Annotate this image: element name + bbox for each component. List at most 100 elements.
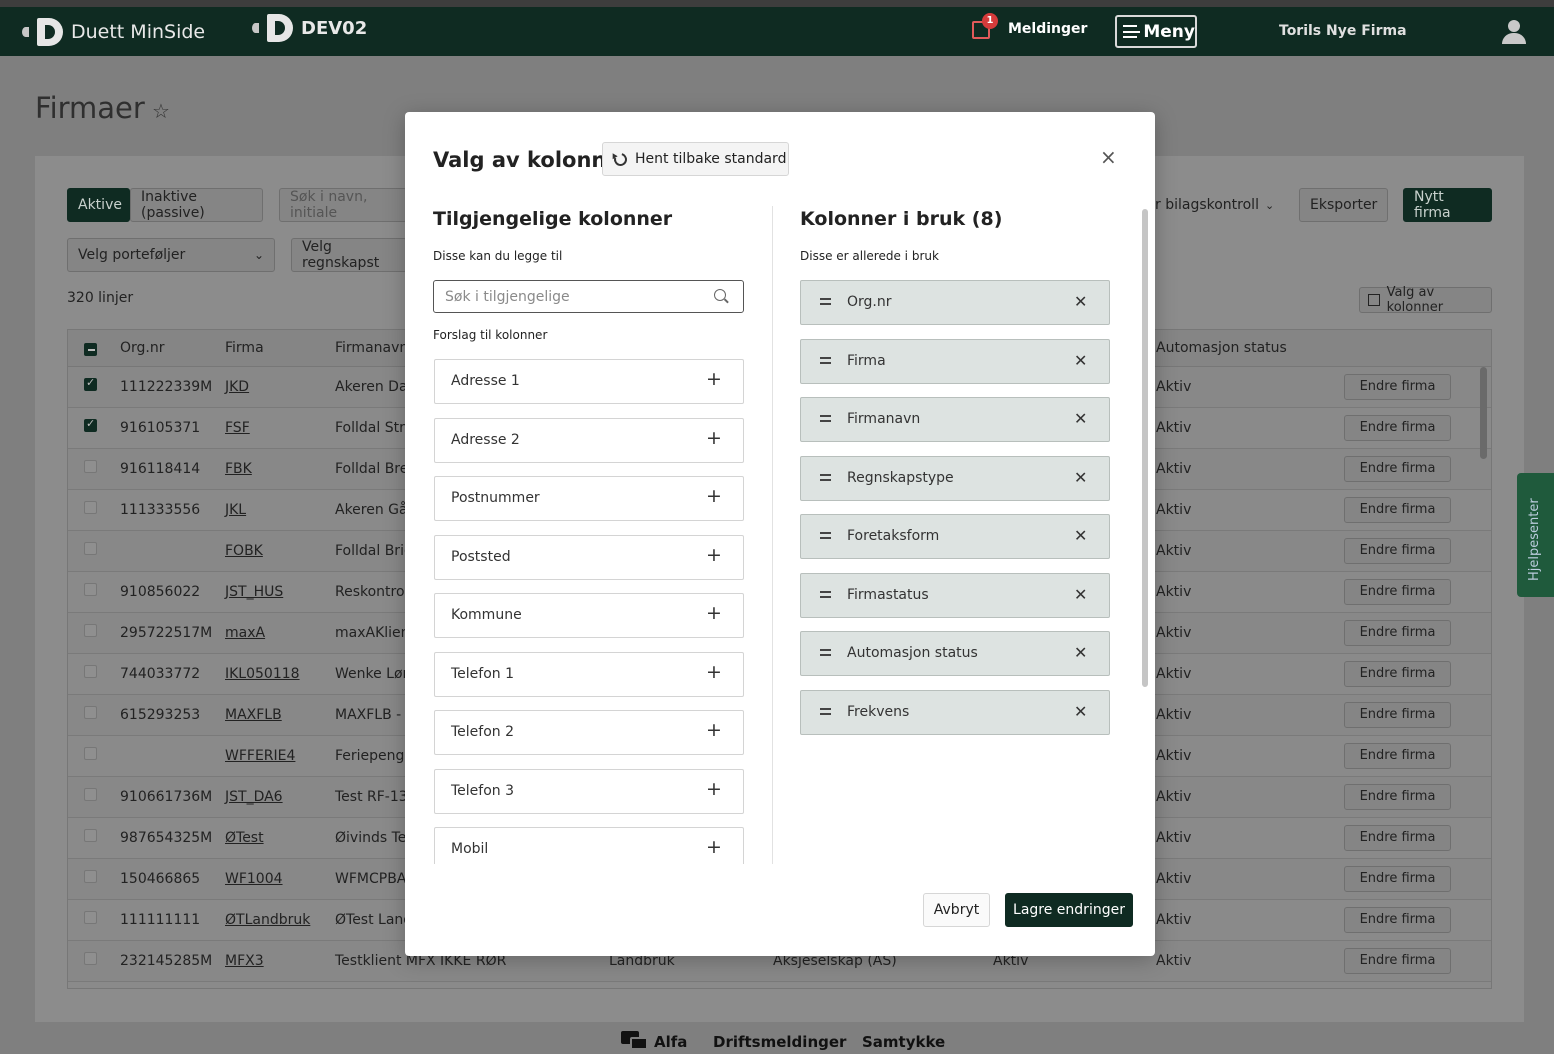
row-checkbox[interactable] xyxy=(84,747,97,760)
available-column-item[interactable]: Kommune + xyxy=(434,593,744,638)
add-column-icon[interactable]: + xyxy=(706,661,722,683)
cell-firma-link[interactable]: FOBK xyxy=(225,543,263,559)
used-column-item[interactable]: Org.nr ✕ xyxy=(800,280,1110,325)
edit-company-button[interactable]: Endre firma xyxy=(1344,579,1451,605)
row-checkbox[interactable] xyxy=(84,583,97,596)
cell-firma-link[interactable]: MFX3 xyxy=(225,953,264,969)
add-column-icon[interactable]: + xyxy=(706,544,722,566)
table-scrollbar[interactable] xyxy=(1480,367,1487,459)
footer-samtykke-link[interactable]: Samtykke xyxy=(862,1033,945,1051)
row-checkbox[interactable] xyxy=(84,911,97,924)
edit-company-button[interactable]: Endre firma xyxy=(1344,825,1451,851)
edit-company-button[interactable]: Endre firma xyxy=(1344,497,1451,523)
used-column-item[interactable]: Foretaksform ✕ xyxy=(800,514,1110,559)
export-button[interactable]: Eksporter xyxy=(1299,188,1388,222)
drag-handle-icon[interactable] xyxy=(820,707,831,715)
bilag-filter-dropdown[interactable]: r bilagskontroll ⌄ xyxy=(1155,188,1285,222)
cell-firma-link[interactable]: IKL050118 xyxy=(225,666,300,682)
row-checkbox[interactable] xyxy=(84,460,97,473)
row-checkbox[interactable] xyxy=(84,417,97,432)
header-firma[interactable]: Firma xyxy=(225,340,264,356)
drag-handle-icon[interactable] xyxy=(820,532,831,539)
messages-link[interactable]: 1 Meldinger xyxy=(970,13,1087,41)
header-firmanavn[interactable]: Firmanavn xyxy=(335,340,408,356)
favorite-star-icon[interactable]: ☆ xyxy=(152,99,170,123)
cell-firma-link[interactable]: MAXFLB xyxy=(225,707,282,723)
drag-handle-icon[interactable] xyxy=(820,649,831,656)
header-orgnr[interactable]: Org.nr xyxy=(120,340,165,356)
row-checkbox[interactable] xyxy=(84,870,97,883)
menu-button[interactable]: Meny xyxy=(1115,15,1197,48)
remove-column-icon[interactable]: ✕ xyxy=(1074,351,1087,370)
edit-company-button[interactable]: Endre firma xyxy=(1344,702,1451,728)
remove-column-icon[interactable]: ✕ xyxy=(1074,409,1087,428)
cell-firma-link[interactable]: WF1004 xyxy=(225,871,283,887)
row-checkbox[interactable] xyxy=(84,952,97,965)
edit-company-button[interactable]: Endre firma xyxy=(1344,907,1451,933)
edit-company-button[interactable]: Endre firma xyxy=(1344,415,1451,441)
cell-firma-link[interactable]: FSF xyxy=(225,420,250,436)
reset-default-button[interactable]: Hent tilbake standard xyxy=(602,142,789,176)
available-column-item[interactable]: Telefon 2 + xyxy=(434,710,744,755)
row-checkbox[interactable] xyxy=(84,624,97,637)
add-column-icon[interactable]: + xyxy=(706,602,722,624)
portfolio-select[interactable]: Velg porteføljer ⌄ xyxy=(67,238,275,272)
cancel-button[interactable]: Avbryt xyxy=(923,893,990,927)
column-chooser-button[interactable]: Valg av kolonner xyxy=(1359,285,1492,315)
company-search-input[interactable]: Søk i navn, initiale xyxy=(279,188,407,222)
edit-company-button[interactable]: Endre firma xyxy=(1344,784,1451,810)
filter-active-button[interactable]: Aktive xyxy=(67,188,130,222)
new-company-button[interactable]: Nytt firma xyxy=(1403,188,1492,222)
used-column-item[interactable]: Frekvens ✕ xyxy=(800,689,1110,735)
footer-alfa-link[interactable]: Alfa xyxy=(654,1033,687,1051)
add-column-icon[interactable]: + xyxy=(706,485,722,507)
footer-drift-link[interactable]: Driftsmeldinger xyxy=(713,1033,846,1051)
cell-firma-link[interactable]: JST_HUS xyxy=(225,584,283,600)
add-column-icon[interactable]: + xyxy=(706,836,722,858)
cell-firma-link[interactable]: JKD xyxy=(225,379,249,395)
edit-company-button[interactable]: Endre firma xyxy=(1344,374,1451,400)
remove-column-icon[interactable]: ✕ xyxy=(1074,702,1087,721)
used-column-item[interactable]: Firmanavn ✕ xyxy=(800,397,1110,442)
brand-logo[interactable]: Duett MinSide xyxy=(22,18,205,46)
add-column-icon[interactable]: + xyxy=(706,427,722,449)
available-column-item[interactable]: Poststed + xyxy=(434,534,744,580)
used-column-item[interactable]: Firmastatus ✕ xyxy=(800,572,1110,618)
cell-firma-link[interactable]: ØTLandbruk xyxy=(225,912,310,928)
edit-company-button[interactable]: Endre firma xyxy=(1344,743,1451,769)
drag-handle-icon[interactable] xyxy=(820,473,831,481)
edit-company-button[interactable]: Endre firma xyxy=(1344,538,1451,564)
edit-company-button[interactable]: Endre firma xyxy=(1344,456,1451,482)
remove-column-icon[interactable]: ✕ xyxy=(1074,292,1087,311)
cell-firma-link[interactable]: WFFERIE4 xyxy=(225,748,295,764)
row-checkbox[interactable] xyxy=(84,501,97,514)
drag-handle-icon[interactable] xyxy=(820,298,831,305)
edit-company-button[interactable]: Endre firma xyxy=(1344,661,1451,687)
drag-handle-icon[interactable] xyxy=(820,415,831,422)
used-column-item[interactable]: Firma ✕ xyxy=(800,338,1110,384)
available-column-item[interactable]: Adresse 2 + xyxy=(434,417,744,463)
select-all-checkbox[interactable] xyxy=(84,343,97,356)
company-name[interactable]: Torils Nye Firma xyxy=(1279,23,1407,39)
environment-switcher[interactable]: DEV02 xyxy=(252,14,367,42)
regnskap-select[interactable]: Velg regnskapst xyxy=(291,238,407,272)
row-checkbox[interactable] xyxy=(84,665,97,678)
cell-firma-link[interactable]: JKL xyxy=(225,502,246,518)
edit-company-button[interactable]: Endre firma xyxy=(1344,948,1451,974)
available-column-item[interactable]: Telefon 3 + xyxy=(434,768,744,814)
header-automasjon-status[interactable]: Automasjon status xyxy=(1156,340,1287,356)
remove-column-icon[interactable]: ✕ xyxy=(1074,468,1087,487)
row-checkbox[interactable] xyxy=(84,376,97,391)
available-column-item[interactable]: Mobil + xyxy=(434,827,744,864)
add-column-icon[interactable]: + xyxy=(706,719,722,741)
add-column-icon[interactable]: + xyxy=(706,368,722,390)
used-column-item[interactable]: Regnskapstype ✕ xyxy=(800,455,1110,501)
remove-column-icon[interactable]: ✕ xyxy=(1074,585,1087,604)
row-checkbox[interactable] xyxy=(84,788,97,801)
add-column-icon[interactable]: + xyxy=(706,778,722,800)
available-search-input[interactable] xyxy=(433,280,744,313)
cell-firma-link[interactable]: maxA xyxy=(225,625,265,641)
edit-company-button[interactable]: Endre firma xyxy=(1344,866,1451,892)
cell-firma-link[interactable]: ØTest xyxy=(225,830,264,846)
dialog-scrollbar[interactable] xyxy=(1142,209,1148,687)
